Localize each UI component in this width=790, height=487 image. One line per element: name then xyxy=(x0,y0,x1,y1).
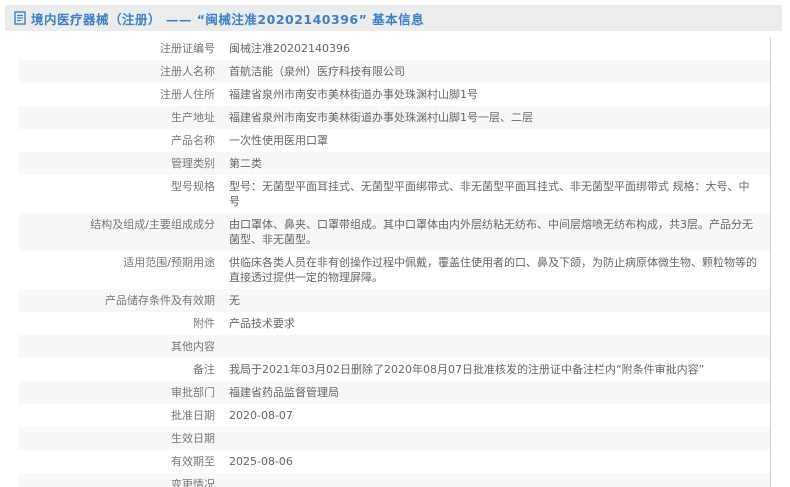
row-value xyxy=(215,427,770,450)
row-label-text: 产品储存条件及有效期 xyxy=(105,294,215,307)
table-row: 备注 我局于2021年03月02日删除了2020年08月07日批准核发的注册证中… xyxy=(18,358,770,381)
row-value: 一次性使用医用口罩 xyxy=(215,129,770,152)
row-label: 管理类别 xyxy=(18,152,215,175)
row-label-text: 备注 xyxy=(193,363,215,376)
row-value: 第二类 xyxy=(215,152,770,175)
row-value: 2025-08-06 xyxy=(215,450,770,473)
row-label-text: 附件 xyxy=(193,317,215,330)
table-row: 产品储存条件及有效期 无 xyxy=(18,289,770,312)
table-row: 生产地址 福建省泉州市南安市美林街道办事处珠渊村山脚1号一层、二层 xyxy=(18,106,770,129)
row-label-text: 注册证编号 xyxy=(160,42,215,55)
row-label-text: 生效日期 xyxy=(171,432,215,445)
table-row: 产品名称 一次性使用医用口罩 xyxy=(18,129,770,152)
row-value: 无 xyxy=(215,289,770,312)
row-label-text: 适用范围/预期用途 xyxy=(123,256,215,269)
row-value-text: 福建省泉州市南安市美林街道办事处珠渊村山脚1号 xyxy=(229,88,478,101)
row-label-text: 结构及组成/主要组成成分 xyxy=(90,218,215,231)
row-label-text: 型号规格 xyxy=(171,180,215,193)
row-value: 福建省药品监督管理局 xyxy=(215,381,770,404)
table-row: 生效日期 xyxy=(18,427,770,450)
row-label: 产品储存条件及有效期 xyxy=(18,289,215,312)
row-value-text: 2025-08-06 xyxy=(229,455,293,468)
row-label: 有效期至 xyxy=(18,450,215,473)
row-value: 首航洁能（泉州）医疗科技有限公司 xyxy=(215,60,770,83)
row-label-text: 变更情况 xyxy=(171,478,215,487)
row-label-text: 注册人住所 xyxy=(160,88,215,101)
row-value: 供临床各类人员在非有创操作过程中佩戴，覆盖住使用者的口、鼻及下颌，为防止病原体微… xyxy=(215,251,770,289)
row-label: 产品名称 xyxy=(18,129,215,152)
table-row: 注册人住所 福建省泉州市南安市美林街道办事处珠渊村山脚1号 xyxy=(18,83,770,106)
row-label-text: 注册人名称 xyxy=(160,65,215,78)
row-value: 闽械注准20202140396 xyxy=(215,37,770,60)
row-value-text: 一次性使用医用口罩 xyxy=(229,134,328,147)
table-row: 附件 产品技术要求 xyxy=(18,312,770,335)
row-label-text: 批准日期 xyxy=(171,409,215,422)
row-label: 附件 xyxy=(18,312,215,335)
table-row: 其他内容 xyxy=(18,335,770,358)
row-label: 审批部门 xyxy=(18,381,215,404)
row-value xyxy=(215,473,770,487)
row-label: 注册人名称 xyxy=(18,60,215,83)
row-label-text: 产品名称 xyxy=(171,134,215,147)
row-label: 批准日期 xyxy=(18,404,215,427)
row-value-text: 无 xyxy=(229,294,240,307)
row-label: 注册人住所 xyxy=(18,83,215,106)
row-value: 我局于2021年03月02日删除了2020年08月07日批准核发的注册证中备注栏… xyxy=(215,358,770,381)
row-value-text: 供临床各类人员在非有创操作过程中佩戴，覆盖住使用者的口、鼻及下颌，为防止病原体微… xyxy=(229,256,757,284)
row-label: 生产地址 xyxy=(18,106,215,129)
row-value-text: 由口罩体、鼻夹、口罩带组成。其中口罩体由内外层纺粘无纺布、中间层熔喷无纺布构成，… xyxy=(229,218,753,246)
table-row: 变更情况 xyxy=(18,473,770,487)
row-label-text: 有效期至 xyxy=(171,455,215,468)
row-value-text: 型号：无菌型平面耳挂式、无菌型平面绑带式、非无菌型平面耳挂式、非无菌型平面绑带式… xyxy=(229,180,750,208)
row-label-text: 管理类别 xyxy=(171,157,215,170)
table-row: 型号规格 型号：无菌型平面耳挂式、无菌型平面绑带式、非无菌型平面耳挂式、非无菌型… xyxy=(18,175,770,213)
page-title: 境内医疗器械（注册） —— “闽械注准20202140396” 基本信息 xyxy=(31,9,424,28)
row-value: 2020-08-07 xyxy=(215,404,770,427)
row-label: 型号规格 xyxy=(18,175,215,213)
row-value: 由口罩体、鼻夹、口罩带组成。其中口罩体由内外层纺粘无纺布、中间层熔喷无纺布构成，… xyxy=(215,213,770,251)
row-label: 结构及组成/主要组成成分 xyxy=(18,213,215,251)
row-value: 型号：无菌型平面耳挂式、无菌型平面绑带式、非无菌型平面耳挂式、非无菌型平面绑带式… xyxy=(215,175,770,213)
row-value-text: 第二类 xyxy=(229,157,262,170)
document-icon xyxy=(14,11,26,25)
row-value-text: 闽械注准20202140396 xyxy=(229,42,350,55)
table-row: 注册证编号 闽械注准20202140396 xyxy=(18,37,770,60)
row-label: 适用范围/预期用途 xyxy=(18,251,215,289)
row-label-text: 审批部门 xyxy=(171,386,215,399)
row-value xyxy=(215,335,770,358)
table-row: 注册人名称 首航洁能（泉州）医疗科技有限公司 xyxy=(18,60,770,83)
row-value-text: 福建省药品监督管理局 xyxy=(229,386,339,399)
row-label: 生效日期 xyxy=(18,427,215,450)
row-value: 产品技术要求 xyxy=(215,312,770,335)
table-row: 有效期至 2025-08-06 xyxy=(18,450,770,473)
table-row: 结构及组成/主要组成成分 由口罩体、鼻夹、口罩带组成。其中口罩体由内外层纺粘无纺… xyxy=(18,213,770,251)
row-value: 福建省泉州市南安市美林街道办事处珠渊村山脚1号一层、二层 xyxy=(215,106,770,129)
row-value: 福建省泉州市南安市美林街道办事处珠渊村山脚1号 xyxy=(215,83,770,106)
row-label: 变更情况 xyxy=(18,473,215,487)
page: 境内医疗器械（注册） —— “闽械注准20202140396” 基本信息 注册证… xyxy=(0,5,790,487)
row-value-text: 首航洁能（泉州）医疗科技有限公司 xyxy=(229,65,405,78)
section-header: 境内医疗器械（注册） —— “闽械注准20202140396” 基本信息 xyxy=(5,5,782,31)
row-label: 备注 xyxy=(18,358,215,381)
row-value-text: 产品技术要求 xyxy=(229,317,295,330)
table-row: 适用范围/预期用途 供临床各类人员在非有创操作过程中佩戴，覆盖住使用者的口、鼻及… xyxy=(18,251,770,289)
row-label: 其他内容 xyxy=(18,335,215,358)
table-row: 批准日期 2020-08-07 xyxy=(18,404,770,427)
row-value-text: 福建省泉州市南安市美林街道办事处珠渊村山脚1号一层、二层 xyxy=(229,111,533,124)
table-row: 管理类别 第二类 xyxy=(18,152,770,175)
registration-info-table: 注册证编号 闽械注准20202140396 注册人名称 首航洁能（泉州）医疗科技… xyxy=(18,37,771,487)
row-value-text: 2020-08-07 xyxy=(229,409,293,422)
row-value-text: 我局于2021年03月02日删除了2020年08月07日批准核发的注册证中备注栏… xyxy=(229,363,704,376)
row-label-text: 其他内容 xyxy=(171,340,215,353)
table-row: 审批部门 福建省药品监督管理局 xyxy=(18,381,770,404)
row-label: 注册证编号 xyxy=(18,37,215,60)
row-label-text: 生产地址 xyxy=(171,111,215,124)
